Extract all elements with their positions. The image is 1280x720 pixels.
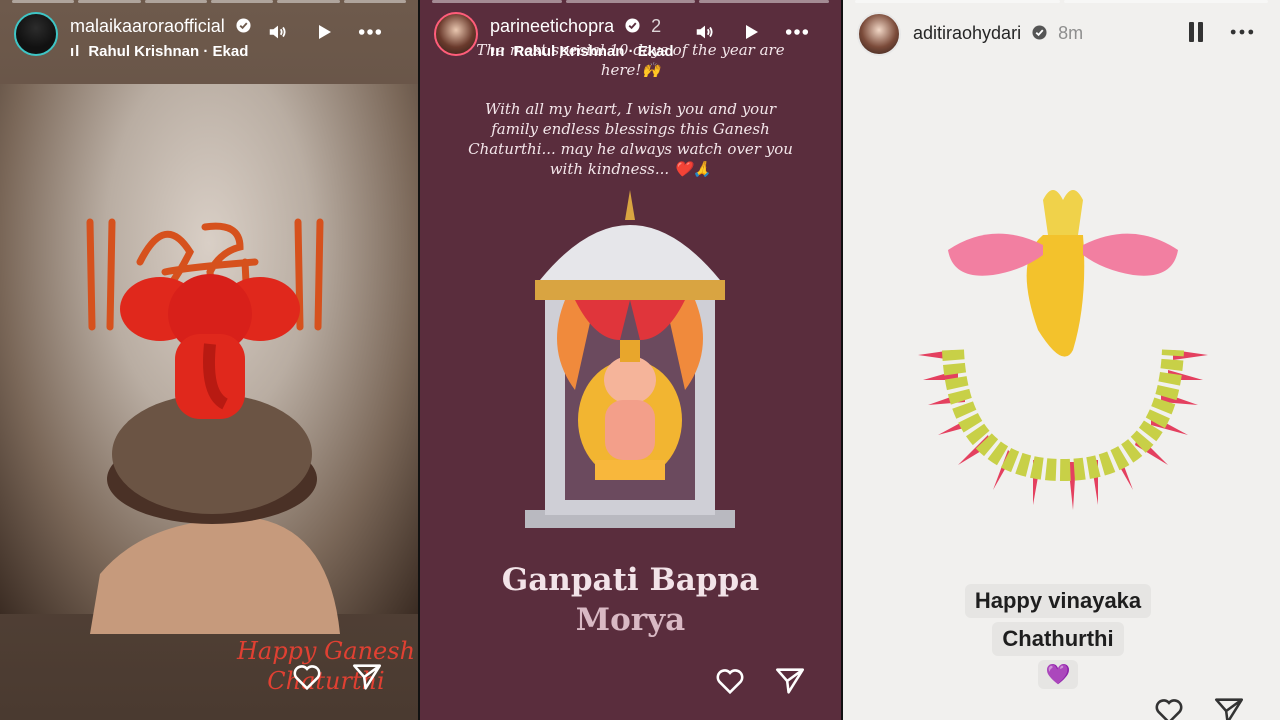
more-icon[interactable] (785, 20, 809, 44)
verified-icon (625, 18, 640, 33)
avatar[interactable] (434, 12, 478, 56)
story-malaika[interactable]: Happy Ganesh Chaturthi malaikaaroraoffic… (0, 0, 418, 720)
music-bars-icon: ıl (70, 43, 81, 60)
username[interactable]: malaikaaroraofficial (70, 16, 251, 37)
pause-icon[interactable] (1184, 20, 1208, 44)
sticker-line: Chathurthi (992, 622, 1124, 656)
progress-bar (855, 0, 1268, 3)
music-bars-icon: ııı (490, 43, 506, 60)
more-icon[interactable] (358, 20, 382, 44)
username[interactable]: aditiraohydari 8m (913, 23, 1083, 44)
send-icon[interactable] (1212, 694, 1246, 720)
heart-icon[interactable] (1152, 694, 1186, 720)
story-text-body: With all my heart, I wish you and your f… (468, 100, 793, 178)
story-header: malaikaaroraofficial ıl Rahul Krishnan · … (14, 12, 404, 64)
progress-bar (432, 0, 830, 3)
story-parineeti[interactable]: The most special 10 days of the year are… (420, 0, 841, 720)
story-header: parineetichoрra 2 ııı Rahul Krishnan · Ek… (434, 12, 827, 64)
send-icon[interactable] (350, 660, 384, 694)
flower-ganesha-art (918, 190, 1208, 510)
verified-icon (236, 18, 251, 33)
heart-icon[interactable] (713, 664, 747, 698)
ganesha-idol-photo (90, 274, 340, 634)
sound-icon[interactable] (266, 20, 290, 44)
play-icon[interactable] (739, 20, 763, 44)
progress-bar (12, 0, 406, 3)
avatar[interactable] (14, 12, 58, 56)
ganpati-title: Ganpati Bappa Morya (501, 562, 760, 638)
sticker-line: Happy vinayaka (964, 584, 1152, 618)
verified-icon (1032, 25, 1047, 40)
purple-heart-emoji: 💜 (1037, 660, 1079, 689)
sound-icon[interactable] (693, 20, 717, 44)
music-label[interactable]: ııı Rahul Krishnan · Ekad (490, 43, 674, 60)
send-icon[interactable] (773, 664, 807, 698)
ganesha-temple-illustration (525, 190, 735, 528)
username[interactable]: parineetichoрra 2 (490, 16, 661, 37)
avatar[interactable] (857, 12, 901, 56)
happy-vinayaka-sticker: Happy vinayaka Chathurthi 💜 (948, 582, 1168, 691)
story-header: aditiraohydari 8m (857, 12, 1266, 64)
play-icon[interactable] (312, 20, 336, 44)
music-label[interactable]: ıl Rahul Krishnan · Ekad (70, 43, 248, 60)
story-aditi[interactable]: Happy vinayaka Chathurthi 💜 aditiraohyda… (843, 0, 1280, 720)
story-photo: Happy Ganesh Chaturthi (0, 84, 418, 695)
more-icon[interactable] (1230, 20, 1254, 44)
heart-icon[interactable] (290, 660, 324, 694)
